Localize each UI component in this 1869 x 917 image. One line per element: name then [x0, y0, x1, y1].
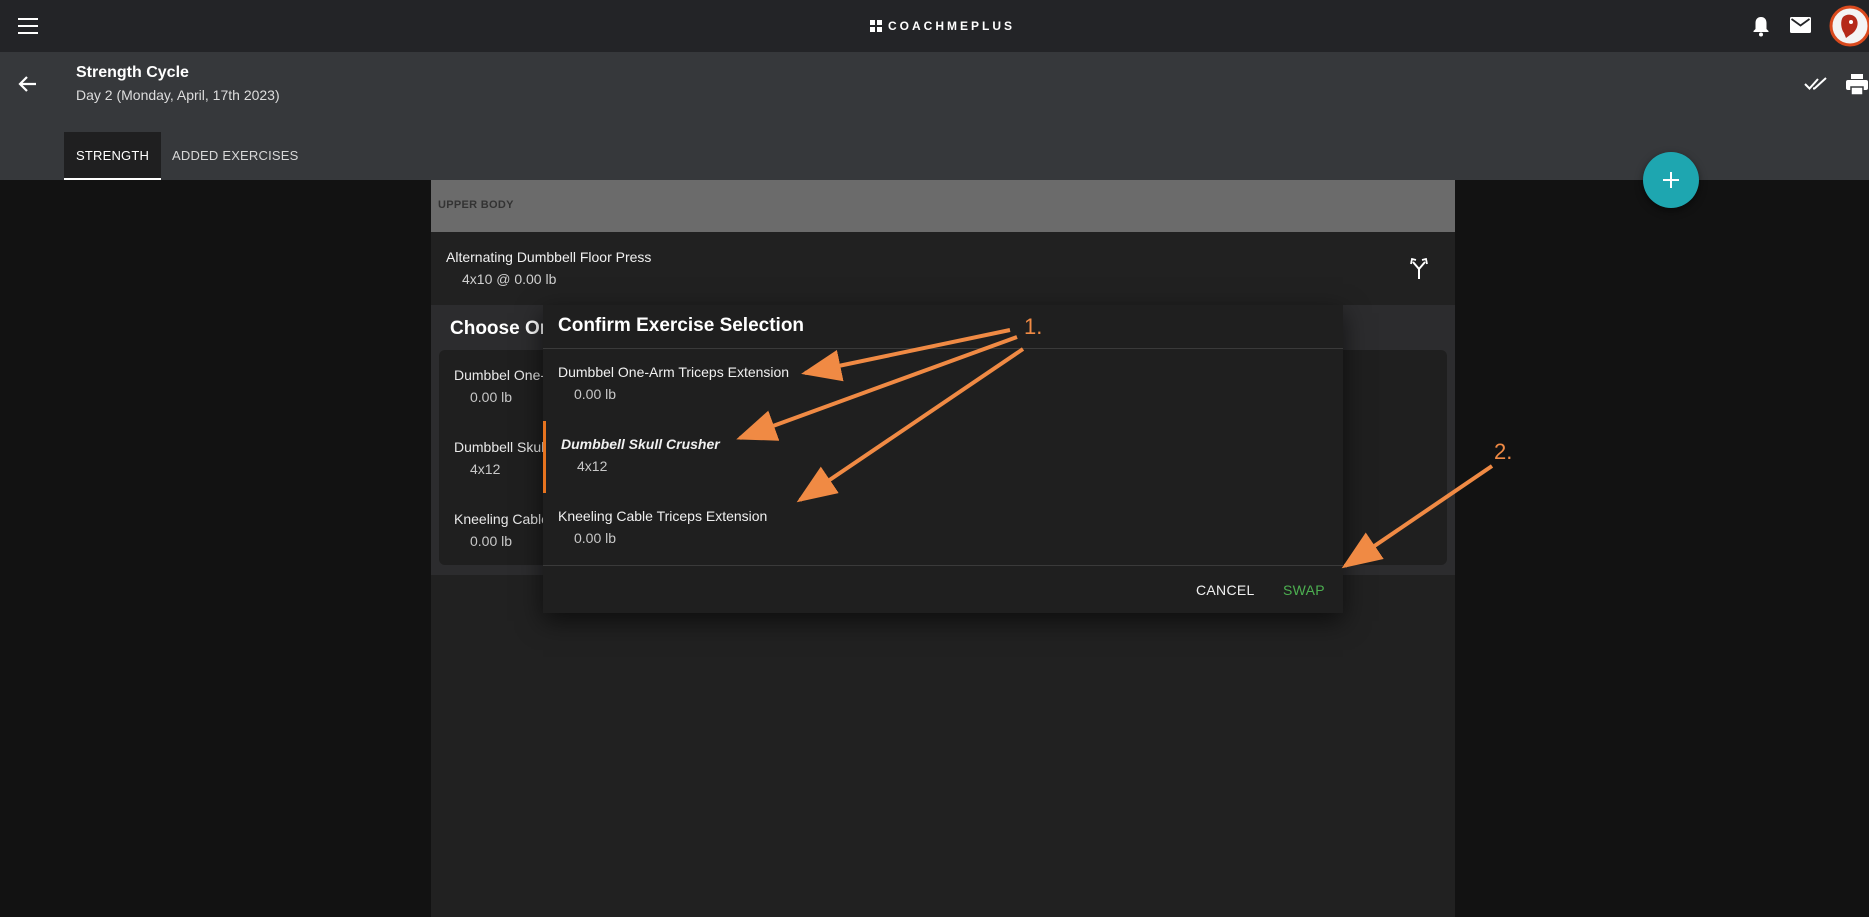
annotation-arrows: [736, 328, 1494, 569]
annotation-label-1: 1.: [1024, 314, 1043, 339]
annotation-arrow: [1341, 464, 1494, 569]
annotation-label-2: 2.: [1494, 439, 1513, 464]
annotation-arrow: [736, 335, 1018, 441]
annotation-arrow: [796, 347, 1025, 503]
